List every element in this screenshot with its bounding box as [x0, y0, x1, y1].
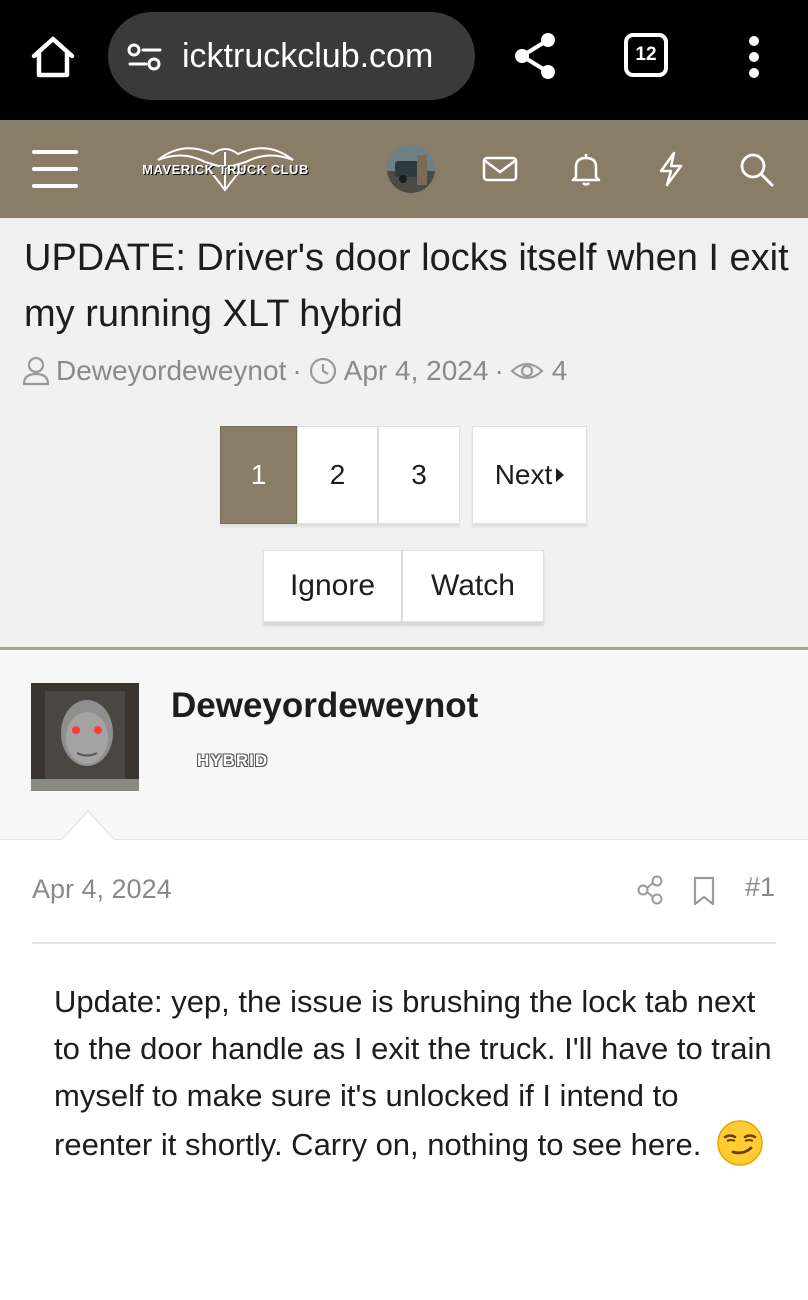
ignore-button[interactable]: Ignore: [263, 550, 402, 622]
meta-separator: ·: [292, 355, 302, 386]
site-settings-icon[interactable]: [126, 42, 164, 72]
inbox-icon[interactable]: [481, 150, 519, 188]
post-date[interactable]: Apr 4, 2024: [32, 874, 172, 905]
thread-actions: Ignore Watch: [263, 550, 544, 622]
logo-text: MAVERICK TRUCK CLUB: [142, 162, 309, 177]
page-1-button[interactable]: 1: [220, 426, 297, 524]
post-divider-line: [32, 942, 776, 944]
site-header: MAVERICK TRUCK CLUB: [0, 120, 808, 218]
site-logo[interactable]: MAVERICK TRUCK CLUB: [128, 138, 323, 200]
lightning-bolt-icon[interactable]: [652, 150, 690, 188]
bell-icon[interactable]: [567, 150, 605, 188]
smirking-face-icon: [716, 1119, 764, 1167]
thread-date[interactable]: Apr 4, 2024: [344, 355, 489, 387]
browser-bar: icktruckclub.com 12: [0, 0, 808, 120]
url-text: icktruckclub.com: [182, 37, 434, 75]
more-menu-icon[interactable]: [740, 36, 768, 78]
post-avatar[interactable]: [31, 683, 139, 791]
share-icon[interactable]: [636, 875, 664, 905]
user-avatar[interactable]: [387, 145, 435, 193]
bookmark-icon[interactable]: [692, 876, 716, 906]
address-bar[interactable]: icktruckclub.com: [108, 12, 475, 100]
page-2-button[interactable]: 2: [297, 426, 378, 524]
share-icon[interactable]: [510, 30, 560, 82]
user-title-badge: HYBRID: [197, 751, 269, 770]
caret-right-icon: [556, 468, 565, 482]
thread-meta: Deweyordeweynot · Apr 4, 2024 · 4: [22, 354, 567, 388]
post-user-block: Deweyordeweynot HYBRID: [0, 650, 808, 840]
watch-button[interactable]: Watch: [402, 550, 544, 622]
thread-author[interactable]: Deweyordeweynot: [56, 355, 286, 387]
search-icon[interactable]: [737, 150, 775, 188]
view-count: 4: [551, 355, 568, 386]
pagination: 1 2 3 Next: [220, 426, 587, 524]
home-icon[interactable]: [28, 32, 78, 82]
page-3-button[interactable]: 3: [378, 426, 460, 524]
post-username[interactable]: Deweyordeweynot: [171, 686, 478, 726]
post-text: Update: yep, the issue is brushing the l…: [54, 984, 772, 1162]
next-page-button[interactable]: Next: [472, 426, 587, 524]
post-permalink[interactable]: #1: [745, 872, 775, 903]
meta-separator: ·: [494, 355, 504, 386]
post-body: Update: yep, the issue is brushing the l…: [54, 978, 774, 1168]
eye-icon: [510, 362, 544, 380]
message-arrow: [62, 812, 114, 840]
thread-header: UPDATE: Driver's door locks itself when …: [0, 218, 808, 648]
next-label: Next: [494, 459, 553, 490]
user-icon: [22, 356, 50, 386]
thread-title: UPDATE: Driver's door locks itself when …: [24, 237, 789, 335]
hamburger-menu-icon[interactable]: [32, 150, 78, 188]
clock-icon: [309, 357, 336, 385]
tab-switcher-button[interactable]: 12: [624, 33, 668, 77]
